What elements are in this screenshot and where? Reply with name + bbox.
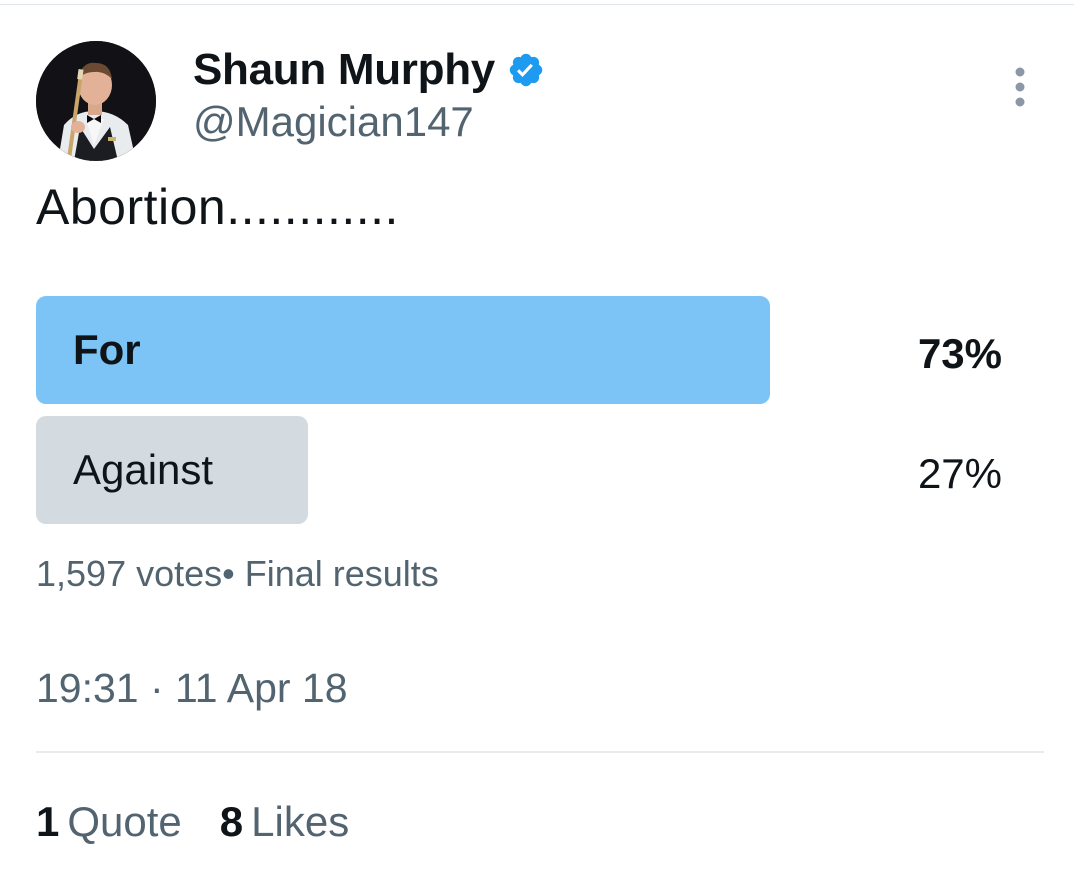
quotes-count: 1 [36, 798, 60, 845]
poll-option-against: Against 27% [36, 416, 1002, 524]
poll-option-for: For 73% [36, 296, 1002, 404]
stats-divider [36, 751, 1044, 753]
poll-option-label: Against [73, 446, 214, 493]
verified-badge-icon [507, 51, 545, 89]
poll: For 73% Against 27% [36, 296, 1002, 536]
poll-option-percent: 27% [917, 450, 1002, 497]
author-name-row[interactable]: Shaun Murphy [193, 44, 545, 96]
likes-label: Likes [251, 798, 350, 845]
poll-results-meta: 1,597 votes• Final results [36, 553, 439, 594]
quotes-stat[interactable]: 1 Quote [36, 798, 182, 846]
top-divider [0, 4, 1074, 5]
engagement-stats: 1 Quote 8 Likes [36, 798, 387, 846]
likes-stat[interactable]: 8 Likes [220, 798, 349, 846]
poll-bar-for [36, 296, 770, 404]
poll-option-label: For [73, 326, 141, 373]
more-vertical-icon[interactable] [1002, 66, 1038, 112]
quotes-label: Quote [67, 798, 182, 845]
tweet-timestamp[interactable]: 19:31 · 11 Apr 18 [36, 665, 348, 712]
tweet-text: Abortion............ [36, 179, 399, 235]
author-display-name[interactable]: Shaun Murphy [193, 45, 495, 95]
avatar[interactable] [36, 41, 156, 161]
author-handle[interactable]: @Magician147 [193, 98, 474, 146]
likes-count: 8 [219, 798, 244, 845]
tweet-detail: Shaun Murphy @Magician147 Abortion......… [0, 0, 1074, 874]
poll-option-percent: 73% [917, 330, 1002, 377]
